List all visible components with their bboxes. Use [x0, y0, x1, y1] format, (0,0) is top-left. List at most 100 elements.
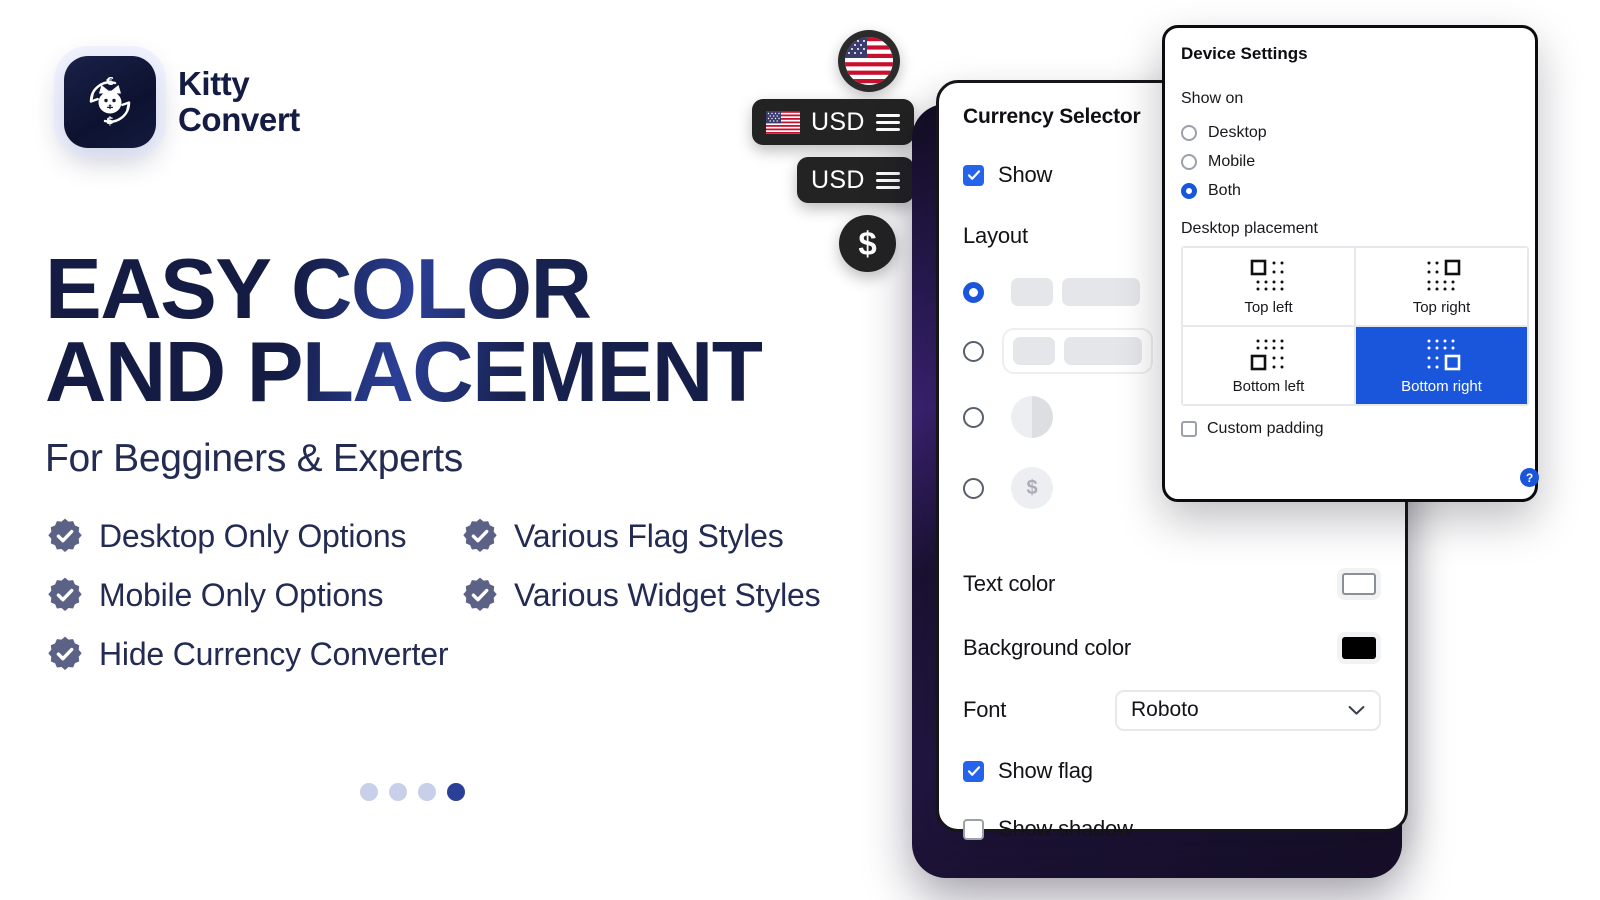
- device-settings-title: Device Settings: [1181, 44, 1308, 63]
- brand-logo: € $ Kitty Convert: [64, 56, 300, 148]
- check-badge-icon: [48, 518, 82, 552]
- show-flag-checkbox-row[interactable]: Show flag: [963, 758, 1381, 784]
- preview-block-large: [1062, 278, 1140, 306]
- font-label: Font: [963, 697, 1007, 722]
- custom-padding-checkbox[interactable]: [1181, 421, 1197, 437]
- placement-top-right-icon: [1427, 259, 1460, 290]
- feature-label: Mobile Only Options: [99, 576, 384, 613]
- chevron-down-icon: [1348, 705, 1365, 715]
- widget-preview-text-bar[interactable]: USD: [797, 157, 914, 203]
- placement-label-bottom-right: Bottom right: [1401, 377, 1482, 395]
- placement-label-top-right: Top right: [1412, 298, 1471, 316]
- hamburger-menu-icon[interactable]: [875, 171, 900, 189]
- show-shadow-checkbox-row[interactable]: Show shadow: [963, 816, 1381, 842]
- device-settings-panel: Device Settings Show on Desktop Mobile B…: [1162, 25, 1539, 502]
- pagination-dot-active[interactable]: [447, 783, 465, 801]
- svg-text:€: €: [105, 75, 114, 88]
- layout-radio-flag-and-text[interactable]: [963, 281, 984, 303]
- list-item: Various Flag Styles: [460, 516, 784, 556]
- brand-name-line1: Kitty: [178, 65, 250, 103]
- list-item: Mobile Only Options: [45, 575, 460, 615]
- show-on-label-both: Both: [1208, 182, 1241, 199]
- check-badge-icon: [463, 577, 497, 611]
- slide-canvas: € $ Kitty Convert EASY COLOR AND PLACEME…: [0, 0, 1600, 900]
- show-shadow-label: Show shadow: [998, 816, 1133, 841]
- layout-radio-circle-flag[interactable]: [963, 406, 984, 428]
- layout-preview-pill-pair-boxed: [1002, 328, 1153, 374]
- text-color-swatch-button[interactable]: [1337, 568, 1381, 600]
- pagination-dot[interactable]: [360, 783, 378, 801]
- show-on-radio-both[interactable]: [1181, 183, 1197, 199]
- show-on-label-mobile: Mobile: [1208, 153, 1256, 170]
- show-widget-label: Show: [998, 162, 1053, 187]
- placement-cell-bottom-left[interactable]: Bottom left: [1182, 326, 1355, 405]
- hamburger-menu-icon[interactable]: [875, 113, 900, 131]
- show-shadow-checkbox[interactable]: [963, 818, 984, 840]
- feature-label: Hide Currency Converter: [99, 635, 449, 672]
- show-on-radio-mobile[interactable]: [1181, 154, 1197, 170]
- custom-padding-label: Custom padding: [1207, 420, 1324, 437]
- preview-block-large: [1064, 337, 1142, 365]
- show-on-option-mobile[interactable]: Mobile: [1181, 153, 1519, 171]
- placement-bottom-left-icon: [1250, 339, 1283, 370]
- check-badge-icon: [463, 518, 497, 552]
- widget-symbol-label: $: [858, 224, 877, 262]
- layout-preview-circle-half: [1002, 389, 1062, 445]
- show-widget-checkbox[interactable]: [963, 164, 984, 186]
- placement-label-top-left: Top left: [1244, 298, 1293, 316]
- list-item: Hide Currency Converter: [45, 634, 449, 674]
- font-select[interactable]: Roboto: [1115, 689, 1381, 731]
- svg-text:$: $: [106, 114, 114, 127]
- pagination-dots[interactable]: [360, 783, 465, 801]
- show-on-option-desktop[interactable]: Desktop: [1181, 124, 1519, 142]
- list-item: Desktop Only Options: [45, 516, 460, 556]
- placement-cell-top-left[interactable]: Top left: [1182, 247, 1355, 326]
- pagination-dot[interactable]: [389, 783, 407, 801]
- feature-row: Mobile Only Options Various Widget Style…: [45, 575, 905, 615]
- preview-block-small: [1011, 278, 1053, 306]
- desktop-placement-grid: Top left Top right Bottom left Bottom ri…: [1181, 246, 1529, 406]
- show-on-label-desktop: Desktop: [1208, 124, 1267, 141]
- widget-currency-label: USD: [811, 165, 865, 194]
- show-on-label: Show on: [1181, 90, 1244, 107]
- background-color-label: Background color: [963, 635, 1132, 660]
- check-icon: [967, 766, 980, 776]
- show-on-radio-desktop[interactable]: [1181, 125, 1197, 141]
- us-flag-circle-icon: [845, 37, 893, 85]
- check-badge-icon: [48, 636, 82, 670]
- list-item: Various Widget Styles: [460, 575, 821, 615]
- placement-cell-top-right[interactable]: Top right: [1355, 247, 1528, 326]
- layout-radio-circle-symbol[interactable]: [963, 477, 984, 499]
- placement-cell-bottom-right[interactable]: Bottom right: [1355, 326, 1528, 405]
- desktop-placement-label: Desktop placement: [1181, 220, 1318, 237]
- placement-label-bottom-left: Bottom left: [1232, 377, 1305, 395]
- check-icon: [967, 170, 980, 180]
- layout-preview-circle-dollar: $: [1002, 460, 1062, 516]
- font-row: Font Roboto: [963, 689, 1381, 731]
- widget-preview-flag-circle[interactable]: [838, 30, 900, 92]
- widget-preview-dollar-circle[interactable]: $: [839, 215, 896, 272]
- page-title: EASY COLOR AND PLACEMENT: [45, 242, 764, 421]
- kitty-currency-logo-icon: € $: [64, 56, 156, 148]
- brand-name-line2: Convert: [178, 101, 300, 138]
- widget-currency-label: USD: [811, 107, 865, 136]
- show-flag-checkbox[interactable]: [963, 760, 984, 782]
- check-badge-icon: [48, 577, 82, 611]
- custom-padding-row[interactable]: Custom padding: [1181, 420, 1519, 438]
- widget-preview-flag-text-bar[interactable]: USD: [752, 99, 914, 145]
- font-select-value: Roboto: [1131, 698, 1199, 721]
- pagination-dot[interactable]: [418, 783, 436, 801]
- preview-circle-symbol: $: [1011, 467, 1053, 509]
- layout-preview-pill-pair-plain: [1002, 271, 1149, 313]
- help-icon[interactable]: ?: [1520, 468, 1539, 487]
- layout-radio-boxed-pair[interactable]: [963, 340, 984, 362]
- feature-row: Hide Currency Converter: [45, 634, 905, 674]
- show-on-option-both[interactable]: Both: [1181, 182, 1519, 200]
- background-color-swatch-button[interactable]: [1337, 632, 1381, 664]
- background-color-swatch: [1342, 637, 1376, 659]
- text-color-swatch: [1342, 573, 1376, 595]
- brand-name: Kitty Convert: [178, 66, 300, 137]
- preview-block-small: [1013, 337, 1055, 365]
- feature-label: Various Flag Styles: [514, 517, 784, 554]
- text-color-row: Text color: [963, 564, 1381, 604]
